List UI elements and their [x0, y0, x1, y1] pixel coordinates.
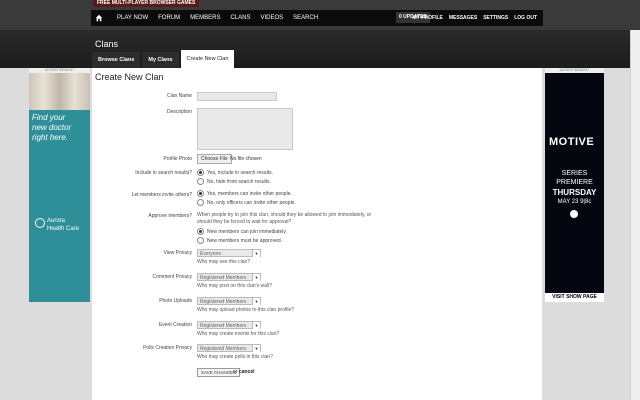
home-button[interactable]: [91, 10, 107, 26]
radio-selected-icon: [197, 190, 204, 197]
nav-forum[interactable]: FORUM: [158, 10, 180, 26]
no-file-chosen-text: No file chosen: [230, 156, 262, 162]
radio-unselected-icon: [197, 178, 204, 185]
tab-browse-clans[interactable]: Browse Clans: [92, 52, 141, 68]
clan-name-label: Clan Name: [166, 93, 192, 99]
ad-right-line-2: PREMIERE: [556, 179, 593, 186]
invite-no-radio[interactable]: No, only officers can invite other peopl…: [197, 199, 296, 206]
approve-immediately-label: New members can join immediately.: [207, 228, 287, 235]
comment-privacy-value: Registered Members: [200, 275, 247, 281]
include-yes-radio[interactable]: Yes, include in search results.: [197, 169, 273, 176]
choose-file-button[interactable]: Choose File: [197, 154, 232, 164]
ad-right-line-4: MAY 23 9|8c: [557, 199, 592, 205]
photo-uploads-select[interactable]: Registered Members ▼: [197, 297, 261, 305]
nav-settings[interactable]: SETTINGS: [483, 10, 508, 26]
event-creation-value: Registered Members: [200, 323, 247, 329]
nav-videos[interactable]: VIDEOS: [260, 10, 283, 26]
photo-uploads-value: Registered Members: [200, 299, 247, 305]
approve-label: Approve members?: [148, 213, 192, 219]
user-menu: MY PROFILE MESSAGES SETTINGS LOG OUT: [406, 10, 537, 26]
motive-logo: MOTIVE: [549, 136, 595, 148]
view-privacy-label: View Privacy: [163, 250, 192, 256]
left-advertisement[interactable]: ADVERTISEMENT Find your new doctor right…: [29, 68, 90, 302]
comment-privacy-help: Who may post on this clan's wall?: [197, 283, 272, 289]
ad-headline-1: Find your: [32, 113, 66, 122]
create-clan-panel: Create New Clan Clan Name Description Pr…: [92, 68, 542, 400]
polls-creation-value: Registered Members: [200, 346, 247, 352]
polls-creation-select[interactable]: Registered Members ▼: [197, 344, 261, 352]
photo-uploads-help: Who may upload photos to this clan profi…: [197, 307, 294, 313]
polls-creation-help: Who may create polls in this clan?: [197, 354, 273, 360]
include-search-label: Include in search results?: [135, 170, 192, 176]
page-title: Clans: [95, 39, 119, 49]
visit-show-page-button[interactable]: VISIT SHOW PAGE: [545, 293, 604, 302]
dropdown-arrow-icon: ▼: [252, 250, 260, 257]
nav-play-now[interactable]: PLAY NOW: [117, 10, 148, 26]
ad-headline-3: right here.: [32, 133, 69, 142]
form-heading: Create New Clan: [95, 72, 164, 82]
photo-uploads-label: Photo Uploads: [159, 298, 192, 304]
aurora-logo-icon: [35, 218, 45, 228]
polls-creation-label: Polls Creation Privacy: [143, 345, 192, 351]
radio-unselected-icon: [197, 199, 204, 206]
comment-privacy-label: Comment Privacy: [152, 274, 192, 280]
right-advertisement[interactable]: ADVERTISEMENT MOTIVE SERIES PREMIERE THU…: [545, 68, 604, 302]
event-creation-label: Event Creation: [158, 322, 192, 328]
profile-photo-label: Profile Photo: [163, 156, 192, 162]
approve-required-label: New members must be approved.: [207, 237, 283, 244]
approve-help-line-2: should they be forced to wait for approv…: [197, 219, 292, 225]
invite-yes-label: Yes, members can invite other people.: [207, 190, 292, 197]
nav-log-out[interactable]: LOG OUT: [514, 10, 537, 26]
view-privacy-value: Everyone: [200, 251, 222, 257]
ad-brand-2: Health Care: [47, 226, 80, 232]
clan-tabs: Browse Clans My Clans Create New Clan: [92, 50, 236, 68]
radio-unselected-icon: [197, 237, 204, 244]
approve-help-line-1: When people try to join this clan, shoul…: [197, 212, 372, 218]
comment-privacy-select[interactable]: Registered Members ▼: [197, 273, 261, 281]
approve-immediately-radio[interactable]: New members can join immediately.: [197, 228, 287, 235]
nav-messages[interactable]: MESSAGES: [449, 10, 477, 26]
main-nav: PLAY NOW FORUM MEMBERS CLANS VIDEOS SEAR…: [91, 10, 543, 26]
event-creation-help: Who may create events for this clan?: [197, 331, 280, 337]
ad-right-line-3: THURSDAY: [552, 188, 597, 197]
ad-right-line-1: SERIES: [561, 170, 588, 177]
or-text: or: [233, 369, 238, 375]
radio-selected-icon: [197, 169, 204, 176]
dropdown-arrow-icon: ▼: [252, 322, 260, 329]
site-banner-tag[interactable]: FREE MULTI-PLAYER BROWSER GAMES: [93, 0, 200, 7]
home-icon: [95, 14, 103, 22]
description-textarea[interactable]: [197, 108, 293, 150]
tab-create-new-clan[interactable]: Create New Clan: [180, 50, 235, 68]
ad-brand-1: Aurora: [47, 218, 66, 224]
dropdown-arrow-icon: ▼: [252, 298, 260, 305]
page-scrollbar[interactable]: [630, 30, 640, 400]
dropdown-arrow-icon: ▼: [252, 274, 260, 281]
tab-my-clans[interactable]: My Clans: [142, 52, 179, 68]
dropdown-arrow-icon: ▼: [252, 345, 260, 352]
view-privacy-help: Who may see this clan?: [197, 259, 251, 265]
nav-members[interactable]: MEMBERS: [190, 10, 220, 26]
invite-yes-radio[interactable]: Yes, members can invite other people.: [197, 190, 292, 197]
radio-selected-icon: [197, 228, 204, 235]
description-label: Description: [166, 109, 192, 115]
include-yes-label: Yes, include in search results.: [207, 169, 273, 176]
clan-name-input[interactable]: [197, 92, 277, 101]
invite-no-label: No, only officers can invite other peopl…: [207, 199, 296, 206]
include-no-label: No, hide from search results.: [207, 178, 271, 185]
ad-tag: ADVERTISEMENT: [545, 68, 604, 73]
ad-doctor-photos: [29, 73, 90, 110]
nav-my-profile[interactable]: MY PROFILE: [412, 10, 442, 26]
event-creation-select[interactable]: Registered Members ▼: [197, 321, 261, 329]
approve-required-radio[interactable]: New members must be approved.: [197, 237, 282, 244]
cancel-link[interactable]: cancel: [239, 369, 255, 375]
include-no-radio[interactable]: No, hide from search results.: [197, 178, 271, 185]
nav-search[interactable]: SEARCH: [293, 10, 318, 26]
nav-clans[interactable]: CLANS: [230, 10, 250, 26]
abc-logo-icon: [570, 210, 578, 218]
view-privacy-select[interactable]: Everyone ▼: [197, 249, 261, 257]
ad-headline-2: new doctor: [32, 123, 72, 132]
invite-label: Let members invite others?: [131, 192, 192, 198]
